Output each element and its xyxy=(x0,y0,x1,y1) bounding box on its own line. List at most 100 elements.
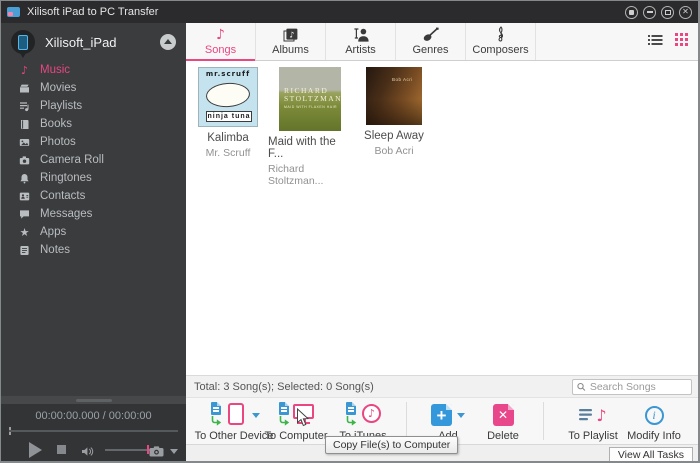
minimize-icon xyxy=(646,11,653,13)
music-note-icon: ♪ xyxy=(216,27,225,43)
tab-songs[interactable]: ♪ Songs xyxy=(186,23,256,61)
notes-icon xyxy=(18,245,31,256)
info-icon: i xyxy=(644,405,664,425)
sidebar-item-ringtones[interactable]: Ringtones xyxy=(1,169,186,187)
sidebar-item-camera-roll[interactable]: Camera Roll xyxy=(1,151,186,169)
toolbar-button-label: To Other Device xyxy=(194,430,274,442)
ringtone-icon xyxy=(18,173,31,184)
ipad-icon xyxy=(18,34,28,50)
dropdown-caret-icon[interactable] xyxy=(457,412,465,418)
toolbar-divider xyxy=(543,402,544,440)
sidebar-item-label: Photos xyxy=(40,136,76,148)
app-icon xyxy=(7,7,20,17)
camera-icon xyxy=(18,155,31,166)
tab-label: Artists xyxy=(345,44,376,56)
skin-icon xyxy=(629,9,634,15)
minimize-button[interactable] xyxy=(643,5,656,19)
snapshot-camera-button[interactable] xyxy=(149,444,164,461)
sidebar-item-label: Apps xyxy=(40,226,67,238)
tablet-icon xyxy=(227,403,244,425)
device-header[interactable]: Xilisoft_iPad xyxy=(1,23,186,61)
search-box[interactable] xyxy=(572,378,692,395)
grid-view-button[interactable] xyxy=(675,32,688,51)
sidebar-item-apps[interactable]: ★ Apps xyxy=(1,223,186,241)
snapshot-dropdown-icon[interactable] xyxy=(170,449,178,454)
toolbar-button-label: Delete xyxy=(487,430,519,442)
album-cover: Bob Acri xyxy=(366,67,422,125)
seek-bar[interactable] xyxy=(9,430,178,432)
cover-art-blob xyxy=(205,81,251,109)
tooltip: Copy File(s) to Computer xyxy=(325,436,459,454)
contact-icon xyxy=(18,191,31,202)
collapse-device-button[interactable] xyxy=(160,34,176,50)
window-title: Xilisoft iPad to PC Transfer xyxy=(27,6,159,18)
skin-button[interactable] xyxy=(625,5,638,19)
to-playlist-button[interactable]: ♪ To Playlist xyxy=(558,401,628,443)
stop-button[interactable] xyxy=(57,445,66,454)
playlist-icon xyxy=(18,101,31,112)
album-card-sleep-away[interactable]: Bob Acri Sleep Away Bob Acri xyxy=(354,67,434,157)
splitter[interactable] xyxy=(1,396,186,404)
view-all-tasks-button[interactable]: View All Tasks xyxy=(608,447,693,461)
sidebar-item-label: Music xyxy=(40,64,71,76)
sidebar-item-playlists[interactable]: Playlists xyxy=(1,97,186,115)
cover-text: STOLTZMAN xyxy=(284,94,341,104)
modify-info-button[interactable]: i Modify Info xyxy=(620,401,688,442)
sidebar-item-notes[interactable]: Notes xyxy=(1,241,186,259)
cover-text: Bob Acri xyxy=(392,77,413,82)
song-title: Maid with the F... xyxy=(268,136,336,160)
sidebar-item-label: Books xyxy=(40,118,72,130)
sidebar-item-music[interactable]: ♪ Music xyxy=(1,61,186,79)
album-card-maid[interactable]: RICHARD STOLTZMAN MAID WITH FLAXEN HAIR … xyxy=(268,67,352,187)
sidebar: Xilisoft_iPad ♪ Music Movies Playlists B… xyxy=(1,23,186,461)
player-time: 00:00:00.000 / 00:00:00 xyxy=(35,410,152,422)
maximize-button[interactable] xyxy=(661,5,674,19)
dropdown-caret-icon[interactable] xyxy=(251,412,260,418)
song-artist: Mr. Scruff xyxy=(205,147,251,159)
sidebar-item-label: Ringtones xyxy=(40,172,92,184)
song-artist: Bob Acri xyxy=(374,145,414,157)
tab-albums[interactable]: ♪ Albums xyxy=(256,23,326,60)
search-input[interactable] xyxy=(589,380,687,393)
song-title: Kalimba xyxy=(207,132,249,144)
window-controls: ✕ xyxy=(625,5,692,19)
speaker-icon[interactable] xyxy=(81,444,95,461)
chevron-up-icon xyxy=(164,39,172,44)
sidebar-item-photos[interactable]: Photos xyxy=(1,133,186,151)
tab-bar: ♪ Songs ♪ Albums Artists Genres Composer… xyxy=(186,23,698,61)
list-view-button[interactable] xyxy=(648,33,663,51)
message-icon xyxy=(18,209,31,220)
player-panel: 00:00:00.000 / 00:00:00 xyxy=(1,404,186,461)
sidebar-item-movies[interactable]: Movies xyxy=(1,79,186,97)
album-cover: mr.scruff ninja tuna xyxy=(198,67,258,127)
songs-grid: mr.scruff ninja tuna Kalimba Mr. Scruff … xyxy=(186,61,698,372)
movie-icon xyxy=(18,83,31,94)
close-button[interactable]: ✕ xyxy=(679,5,692,19)
transfer-to-itunes-icon: ♪ xyxy=(344,402,382,428)
sidebar-item-label: Contacts xyxy=(40,190,86,202)
book-icon xyxy=(18,119,31,130)
sidebar-item-books[interactable]: Books xyxy=(1,115,186,133)
album-cover: RICHARD STOLTZMAN MAID WITH FLAXEN HAIR xyxy=(279,67,341,131)
tab-genres[interactable]: Genres xyxy=(396,23,466,60)
cover-text: ninja tuna xyxy=(206,111,252,122)
sidebar-item-messages[interactable]: Messages xyxy=(1,205,186,223)
tab-artists[interactable]: Artists xyxy=(326,23,396,60)
sidebar-item-contacts[interactable]: Contacts xyxy=(1,187,186,205)
artist-icon xyxy=(353,27,369,42)
transfer-arrow-icon xyxy=(346,416,357,426)
main-area: ♪ Songs ♪ Albums Artists Genres Composer… xyxy=(186,23,698,461)
device-name: Xilisoft_iPad xyxy=(45,34,117,50)
tab-label: Genres xyxy=(412,44,449,56)
titlebar[interactable]: Xilisoft iPad to PC Transfer ✕ xyxy=(1,1,698,23)
album-card-kalimba[interactable]: mr.scruff ninja tuna Kalimba Mr. Scruff xyxy=(190,67,266,159)
close-icon: ✕ xyxy=(682,7,689,16)
play-button[interactable] xyxy=(29,442,42,458)
album-icon: ♪ xyxy=(283,27,298,42)
tab-label: Composers xyxy=(472,44,529,56)
playlist-add-icon: ♪ xyxy=(579,406,607,425)
splitter-handle-icon xyxy=(75,398,112,402)
mouse-cursor-icon xyxy=(296,407,310,432)
tab-composers[interactable]: Composers xyxy=(466,23,536,60)
delete-button[interactable]: ✕ Delete xyxy=(476,401,530,442)
